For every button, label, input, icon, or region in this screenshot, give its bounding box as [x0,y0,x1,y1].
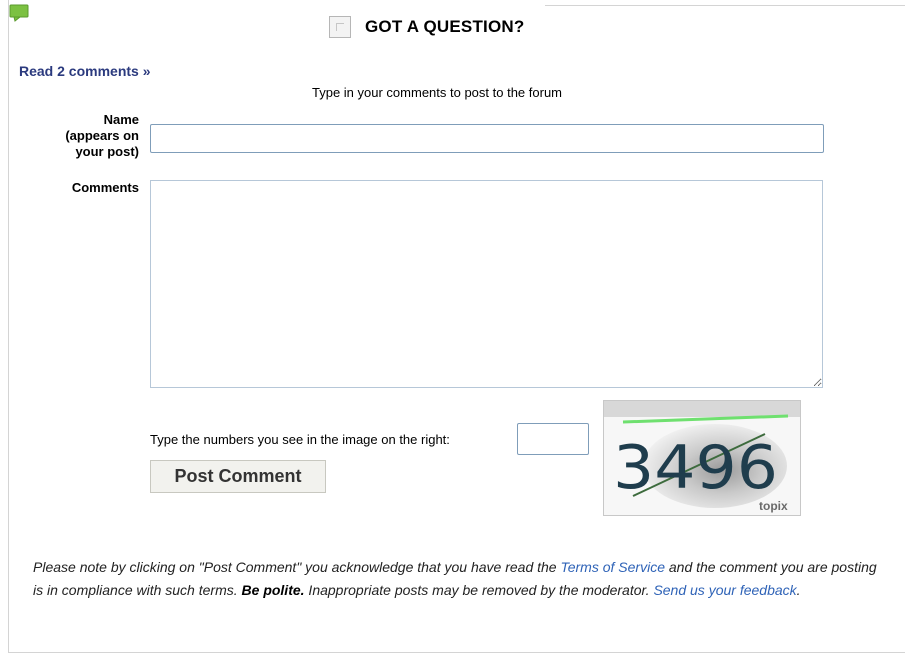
name-label: Name (appears on your post) [19,112,139,160]
question-header: GOT A QUESTION? [329,16,524,38]
notice-text: Please note by clicking on "Post Comment… [33,559,561,575]
comments-label: Comments [71,180,139,195]
name-label-line: (appears on [65,128,139,143]
post-comment-button[interactable]: Post Comment [150,460,326,493]
terms-of-service-link[interactable]: Terms of Service [560,559,665,575]
name-label-line: Name [103,112,139,127]
name-label-line: your post) [75,144,139,159]
name-input[interactable] [150,124,824,153]
question-title: GOT A QUESTION? [365,17,525,36]
question-checkbox[interactable] [329,16,351,38]
notice-text: . [796,582,801,598]
comments-textarea[interactable] [150,180,823,388]
feedback-link[interactable]: Send us your feedback [653,582,796,598]
form-instructions: Type in your comments to post to the for… [312,85,563,100]
posting-notice: Please note by clicking on "Post Comment… [33,556,883,602]
captcha-input[interactable] [517,423,589,455]
top-divider [545,5,905,6]
notice-text: Inappropriate posts may be removed by th… [304,582,654,598]
speech-bubble-icon [9,4,29,22]
read-comments-link[interactable]: Read 2 comments » [19,63,151,79]
captcha-image: 3496 topix [603,400,801,516]
captcha-prompt: Type the numbers you see in the image on… [150,432,450,447]
captcha-brand: topix [759,499,788,513]
captcha-digits: 3496 [613,433,778,503]
be-polite-text: Be polite. [241,582,305,598]
